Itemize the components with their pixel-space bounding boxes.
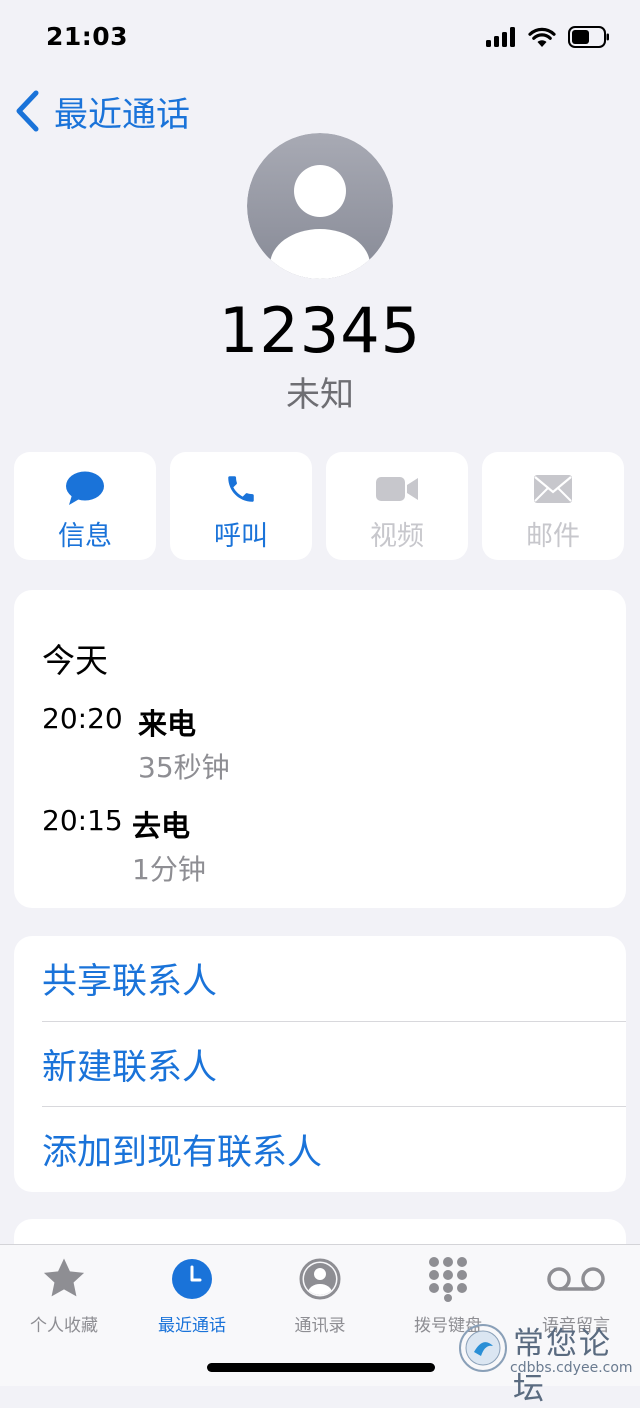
clock-icon [172, 1259, 212, 1299]
call-duration: 35秒钟 [138, 751, 230, 784]
home-indicator [207, 1363, 435, 1372]
phone-icon [228, 476, 254, 502]
mail-button-label: 邮件 [526, 521, 580, 552]
mail-button[interactable]: 邮件 [482, 452, 624, 560]
tab-contacts[interactable]: 通讯录 [256, 1255, 384, 1336]
video-button[interactable]: 视频 [326, 452, 468, 560]
person-silhouette-icon [247, 133, 393, 279]
share-contact-button[interactable]: 共享联系人 [42, 936, 626, 1021]
contact-label: 未知 [286, 375, 354, 415]
star-icon [43, 1258, 85, 1297]
call-button-label: 呼叫 [214, 521, 268, 552]
contact-avatar [247, 133, 393, 279]
tab-favorites[interactable]: 个人收藏 [0, 1255, 128, 1336]
contact-options-card: 共享联系人 新建联系人 添加到现有联系人 [14, 936, 626, 1192]
message-button-label: 信息 [58, 521, 112, 552]
call-type: 来电 [138, 707, 197, 741]
status-bar: 21:03 [0, 0, 640, 80]
tab-favorites-label: 个人收藏 [30, 1316, 98, 1336]
chevron-left-icon [16, 90, 39, 132]
status-time: 21:03 [46, 22, 129, 51]
contacts-icon [299, 1258, 341, 1300]
tab-recents[interactable]: 最近通话 [128, 1255, 256, 1336]
watermark-url: cdbbs.cdyee.com [510, 1360, 633, 1376]
new-contact-button[interactable]: 新建联系人 [42, 1022, 626, 1107]
message-bubble-icon [66, 471, 104, 505]
call-time: 20:20 [42, 702, 123, 735]
call-type: 去电 [132, 809, 191, 843]
action-buttons: 信息 呼叫 视频 邮件 [14, 452, 624, 560]
wifi-icon [528, 27, 556, 47]
watermark-logo-icon [459, 1324, 507, 1372]
back-button-label: 最近通话 [54, 94, 190, 135]
contact-number: 12345 [218, 294, 422, 367]
tab-recents-label: 最近通话 [158, 1316, 226, 1336]
add-to-existing-contact-button[interactable]: 添加到现有联系人 [42, 1107, 626, 1192]
voicemail-icon [547, 1267, 605, 1291]
call-duration: 1分钟 [132, 853, 206, 886]
message-button[interactable]: 信息 [14, 452, 156, 560]
call-time: 20:15 [42, 804, 123, 837]
video-button-label: 视频 [370, 521, 424, 552]
cellular-signal-icon [486, 27, 515, 47]
watermark: 常您论坛 cdbbs.cdyee.com [455, 1318, 635, 1407]
status-icons [486, 26, 610, 48]
tab-contacts-label: 通讯录 [294, 1316, 346, 1336]
video-camera-icon [376, 477, 418, 501]
back-button[interactable]: 最近通话 [14, 86, 190, 136]
keypad-icon [429, 1257, 467, 1302]
history-day-heading: 今天 [42, 641, 108, 680]
call-button[interactable]: 呼叫 [170, 452, 312, 560]
call-history-card: 今天 20:20 来电 35秒钟 20:15 去电 1分钟 [14, 590, 626, 908]
battery-icon [568, 26, 609, 48]
envelope-icon [534, 475, 572, 503]
